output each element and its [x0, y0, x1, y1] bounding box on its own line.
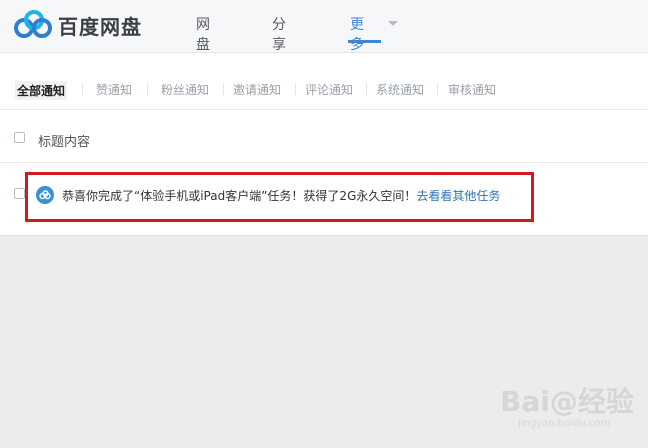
other-tasks-link[interactable]: 去看看其他任务 [416, 189, 500, 203]
tab-divider [295, 83, 296, 95]
tab-invites[interactable]: 邀请通知 [233, 81, 281, 98]
tab-comments[interactable]: 评论通知 [305, 81, 353, 98]
tab-divider [223, 83, 224, 95]
tab-divider [366, 83, 367, 95]
cloud-badge-icon [36, 186, 54, 204]
notification-row[interactable]: 恭喜你完成了“体验手机或iPad客户端”任务！获得了2G永久空间！去看看其他任务 [0, 162, 648, 235]
list-header: 标题内容 [0, 109, 648, 163]
row-checkbox[interactable] [14, 188, 25, 199]
notification-message: 恭喜你完成了“体验手机或iPad客户端”任务！获得了2G永久空间！ [62, 189, 417, 203]
tab-review[interactable]: 审核通知 [448, 81, 496, 98]
tab-system[interactable]: 系统通知 [376, 81, 424, 98]
brand-name: 百度网盘 [58, 14, 142, 39]
top-bar: 百度网盘 网盘 分享 更多 [0, 0, 648, 53]
nav-item-more[interactable]: 更多 [350, 14, 364, 54]
nav-item-netdisk[interactable]: 网盘 [196, 14, 210, 54]
cloud-logo-icon [14, 10, 52, 38]
watermark-logo: Bai@经验 [500, 385, 634, 418]
notification-panel: 全部通知 赞通知 粉丝通知 邀请通知 评论通知 系统通知 审核通知 标题内容 恭… [0, 53, 648, 236]
tab-all[interactable]: 全部通知 [15, 81, 68, 100]
active-nav-underline [348, 40, 381, 43]
watermark-url: jingyan.baidu.com [518, 418, 611, 429]
select-all-checkbox[interactable] [14, 132, 25, 143]
tab-divider [147, 83, 148, 95]
chevron-down-icon[interactable] [388, 21, 398, 26]
notification-tabs: 全部通知 赞通知 粉丝通知 邀请通知 评论通知 系统通知 审核通知 [0, 53, 648, 109]
nav-item-share[interactable]: 分享 [272, 14, 286, 54]
list-header-title: 标题内容 [38, 135, 91, 150]
notification-text-line: 恭喜你完成了“体验手机或iPad客户端”任务！获得了2G永久空间！去看看其他任务 [62, 187, 500, 204]
tab-fans[interactable]: 粉丝通知 [161, 81, 209, 98]
tab-divider [437, 83, 438, 95]
watermark: Bai@经验 jingyan.baidu.com [500, 380, 640, 440]
tab-likes[interactable]: 赞通知 [96, 81, 132, 98]
logo[interactable]: 百度网盘 [14, 7, 142, 43]
tab-divider [82, 83, 83, 95]
